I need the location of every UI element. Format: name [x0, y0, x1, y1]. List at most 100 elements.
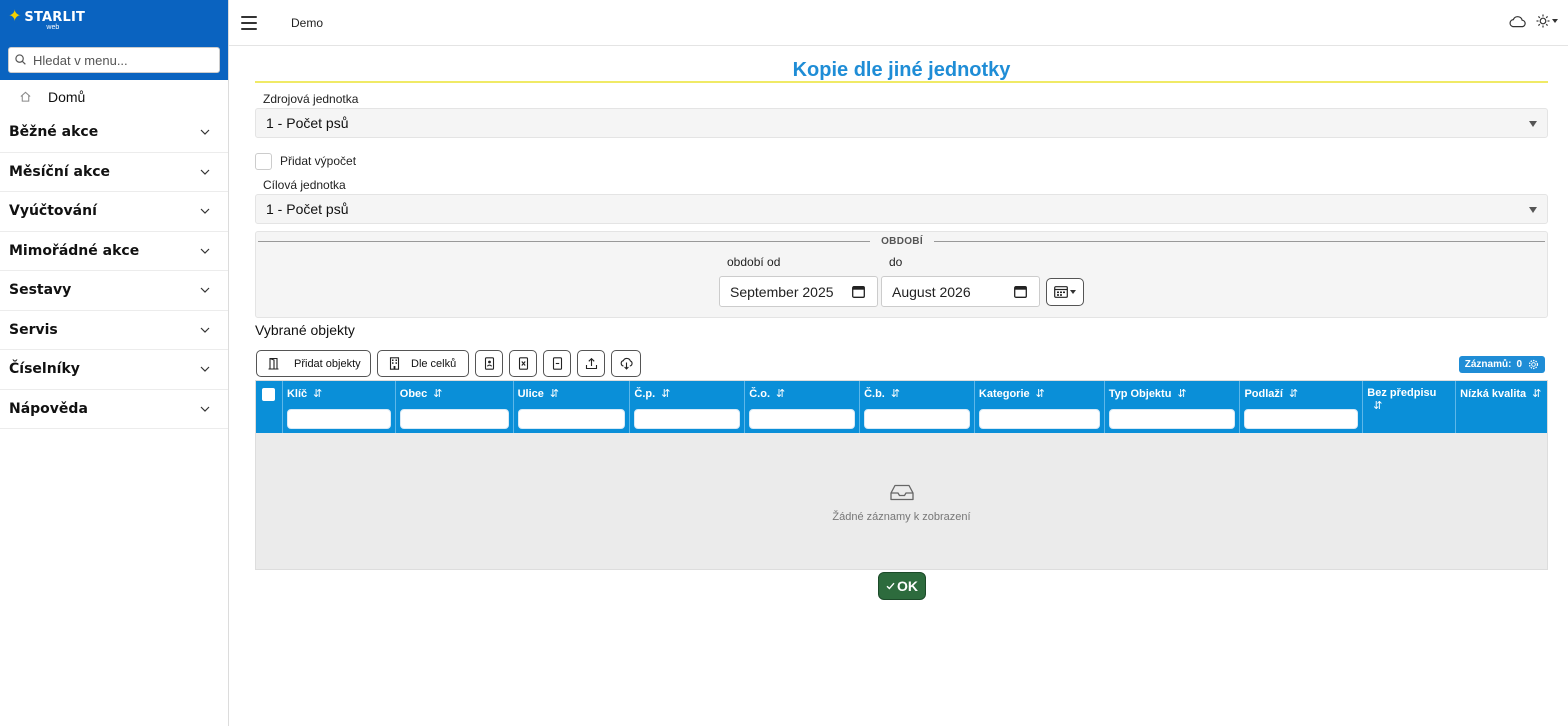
caret-down-icon[interactable]: [1552, 19, 1558, 23]
sidebar-item-label: Vyúčtování: [9, 203, 97, 220]
divider: [934, 241, 1545, 242]
column-filter-input[interactable]: [978, 409, 1100, 429]
sort-icon[interactable]: ⇵: [1373, 399, 1382, 412]
column-filter-input[interactable]: [1244, 409, 1359, 429]
column-filter-input[interactable]: [749, 409, 856, 429]
sort-icon[interactable]: ⇵: [550, 387, 559, 400]
column-filter-input[interactable]: [286, 409, 391, 429]
column-header-cb[interactable]: Č.b. ⇵: [860, 381, 975, 433]
by-units-label: Dle celků: [411, 357, 457, 370]
add-calculation-checkbox[interactable]: [255, 152, 272, 170]
period-to-input[interactable]: August 2026: [881, 276, 1040, 307]
cloud-download-icon: [620, 357, 633, 370]
column-header-bez-predpisu[interactable]: Bez předpisu⇵: [1363, 381, 1457, 433]
sort-icon[interactable]: ⇵: [776, 387, 785, 400]
hamburger-menu-icon[interactable]: [241, 15, 257, 30]
record-count-label: Záznamů:: [1464, 359, 1512, 370]
source-unit-value: 1 - Počet psů: [266, 115, 349, 131]
door-icon: [268, 357, 279, 370]
column-header-co[interactable]: Č.o. ⇵: [745, 381, 861, 433]
chevron-down-icon: [200, 366, 210, 373]
sidebar-item-sestavy[interactable]: Sestavy: [0, 271, 228, 311]
column-header-nizka-kvalita[interactable]: Nízká kvalita ⇵: [1456, 381, 1547, 433]
table-header: Klíč ⇵ Obec ⇵ Ulice ⇵ Č.p. ⇵ Č.o. ⇵ Č.b. ⇵: [256, 381, 1547, 433]
column-header-ulice[interactable]: Ulice ⇵: [514, 381, 631, 433]
topbar-actions: [1508, 14, 1558, 28]
select-all-cell: [256, 381, 283, 433]
source-unit-select[interactable]: 1 - Počet psů: [255, 108, 1548, 138]
gear-icon[interactable]: [1528, 359, 1539, 370]
starlit-logo[interactable]: ✦ STARLIT web: [8, 8, 220, 40]
cloud-icon[interactable]: [1508, 15, 1527, 28]
column-header-label: Typ Objektu: [1108, 388, 1172, 400]
sort-icon[interactable]: ⇵: [313, 387, 322, 400]
building-icon: [389, 357, 400, 370]
select-all-checkbox[interactable]: [262, 388, 275, 401]
theme-sun-icon[interactable]: [1536, 14, 1550, 28]
by-units-button[interactable]: Dle celků: [377, 350, 469, 377]
sidebar-item-mesicni-akce[interactable]: Měsíční akce: [0, 153, 228, 192]
sort-icon[interactable]: ⇵: [661, 387, 670, 400]
column-filter-input[interactable]: [634, 409, 741, 429]
sidebar-item-home[interactable]: Domů: [0, 80, 228, 113]
sidebar-item-label: Nápověda: [9, 400, 88, 417]
calendar-icon[interactable]: [1014, 285, 1027, 298]
sort-icon[interactable]: ⇵: [1036, 387, 1045, 400]
sidebar-item-servis[interactable]: Servis: [0, 311, 228, 350]
menu-search-input[interactable]: [8, 47, 220, 73]
column-header-typ-objektu[interactable]: Typ Objektu ⇵: [1105, 381, 1241, 433]
period-from-input[interactable]: September 2025: [719, 276, 878, 307]
column-header-obec[interactable]: Obec ⇵: [396, 381, 514, 433]
add-calculation: Přidat výpočet: [255, 152, 1548, 170]
sidebar-item-napoveda[interactable]: Nápověda: [0, 390, 228, 429]
ok-button[interactable]: OK: [878, 572, 926, 600]
cloud-download-button[interactable]: [611, 350, 641, 377]
sort-icon[interactable]: ⇵: [891, 387, 900, 400]
caret-down-icon: [1070, 290, 1076, 294]
chevron-down-icon: [200, 208, 210, 215]
sort-icon[interactable]: ⇵: [1289, 387, 1298, 400]
sort-icon[interactable]: ⇵: [1532, 387, 1541, 400]
chevron-down-icon: [200, 169, 210, 175]
sidebar-item-vyuctovani[interactable]: Vyúčtování: [0, 192, 228, 232]
page-title: Kopie dle jiné jednotky: [255, 46, 1548, 83]
chevron-down-icon: [200, 287, 210, 294]
remove-selected-button[interactable]: [509, 350, 537, 377]
chevron-down-icon: [200, 327, 210, 333]
target-unit-select[interactable]: 1 - Počet psů: [255, 194, 1548, 224]
column-header-label: Bez předpisu: [1367, 387, 1437, 399]
menu-search: [8, 47, 220, 73]
column-filter-input[interactable]: [517, 409, 626, 429]
column-header-klic[interactable]: Klíč ⇵: [283, 381, 396, 433]
column-filter-input[interactable]: [399, 409, 509, 429]
column-header-label: Klíč: [286, 388, 308, 400]
target-unit-label: Cílová jednotka: [263, 178, 346, 192]
column-filter-input[interactable]: [864, 409, 970, 429]
clear-list-button[interactable]: [543, 350, 571, 377]
sort-icon[interactable]: ⇵: [1177, 387, 1186, 400]
column-filter-input[interactable]: [1108, 409, 1236, 429]
sort-icon[interactable]: ⇵: [433, 387, 442, 400]
sidebar-item-bezne-akce[interactable]: Běžné akce: [0, 113, 228, 153]
column-header-podlazi[interactable]: Podlaží ⇵: [1240, 381, 1364, 433]
period-preset-button[interactable]: [1046, 278, 1084, 306]
person-card-icon: [484, 357, 494, 370]
record-count-badge[interactable]: Záznamů: 0: [1458, 356, 1545, 373]
filter-selected-button[interactable]: [475, 350, 503, 377]
add-objects-button[interactable]: Přidat objekty: [256, 350, 371, 377]
period-from-value: September 2025: [730, 284, 834, 300]
calendar-icon[interactable]: [852, 285, 865, 298]
sidebar: ✦ STARLIT web Domů Běžné akce Měsíční ak…: [0, 0, 229, 726]
sidebar-item-mimoradne-akce[interactable]: Mimořádné akce: [0, 232, 228, 271]
sidebar-item-ciselniky[interactable]: Číselníky: [0, 350, 228, 390]
column-header-label: Č.p.: [634, 388, 656, 400]
divider: [258, 241, 870, 242]
column-header-kategorie[interactable]: Kategorie ⇵: [975, 381, 1105, 433]
column-header-cp[interactable]: Č.p. ⇵: [630, 381, 746, 433]
export-button[interactable]: [577, 350, 605, 377]
brand-sub: web: [46, 24, 60, 31]
add-objects-label: Přidat objekty: [294, 357, 361, 370]
sidebar-item-label: Servis: [9, 321, 58, 338]
column-header-label: Č.b.: [864, 388, 885, 400]
column-header-label: Obec: [399, 388, 428, 400]
